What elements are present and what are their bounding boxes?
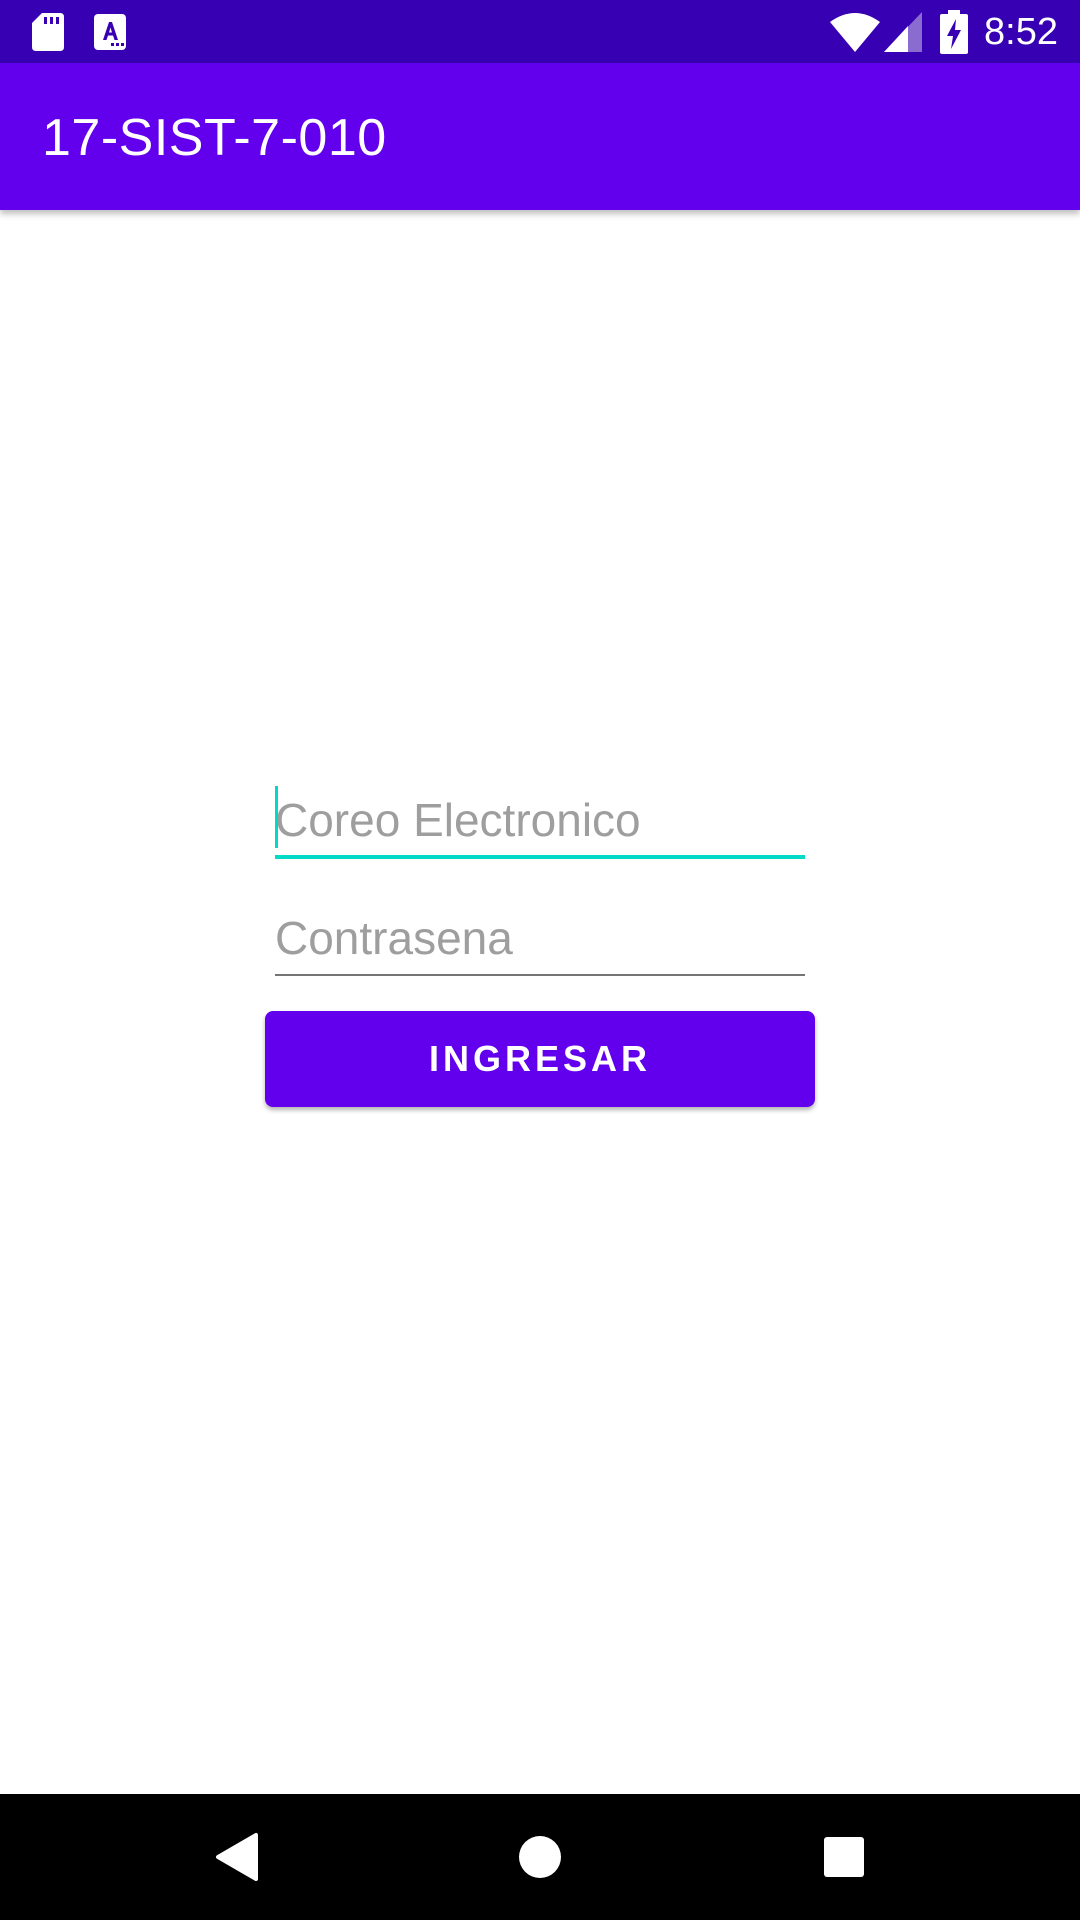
cell-signal-icon bbox=[884, 12, 922, 52]
back-icon[interactable] bbox=[208, 1827, 268, 1887]
password-field-container bbox=[275, 903, 805, 976]
status-clock: 8:52 bbox=[984, 11, 1058, 53]
password-underline bbox=[275, 974, 805, 976]
home-icon[interactable] bbox=[510, 1827, 570, 1887]
app-bar: 17-SIST-7-010 bbox=[0, 63, 1080, 210]
email-underline bbox=[275, 855, 805, 859]
recents-icon[interactable] bbox=[814, 1827, 874, 1887]
wifi-icon bbox=[830, 13, 880, 52]
login-button[interactable]: INGRESAR bbox=[265, 1011, 815, 1107]
sd-card-icon bbox=[32, 13, 64, 51]
navigation-bar bbox=[0, 1794, 1080, 1920]
password-input[interactable] bbox=[275, 903, 805, 973]
app-title: 17-SIST-7-010 bbox=[42, 109, 387, 167]
text-cursor bbox=[275, 786, 278, 848]
status-bar: 8:52 bbox=[0, 0, 1080, 63]
email-input[interactable] bbox=[275, 785, 805, 855]
email-field-container bbox=[275, 785, 805, 859]
a-accessibility-icon bbox=[94, 14, 126, 50]
battery-charging-icon bbox=[940, 10, 968, 54]
